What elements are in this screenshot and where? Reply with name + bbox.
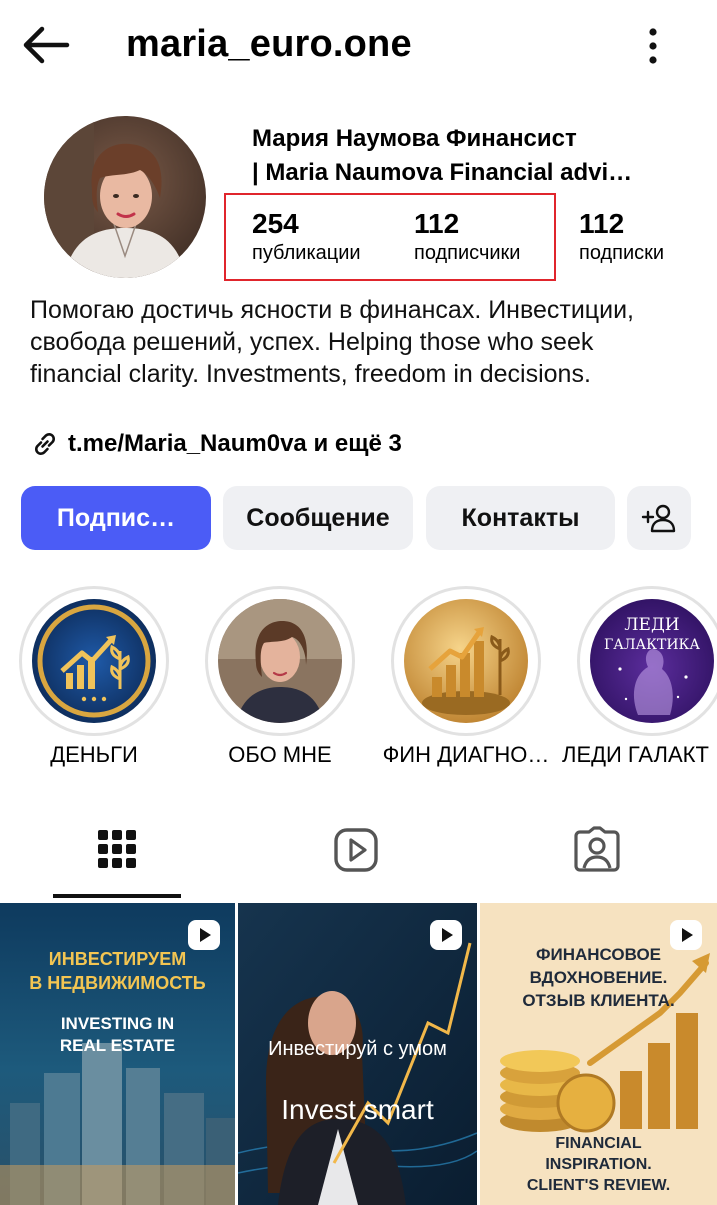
stat-following-label: подписки (579, 242, 665, 264)
post-tile-2-en-text: Invest smart (281, 1094, 434, 1125)
highlight-fin-diagnostics-label: ФИН ДИАГНО… (382, 742, 550, 767)
lady-galaxy-word-1: ЛЕДИ (624, 615, 680, 635)
highlight-about-me-cover (218, 599, 342, 723)
highlight-lady-galaxy[interactable]: ЛЕДИ ГАЛАКТИКА (577, 586, 717, 736)
post-1-en-line-2: REAL ESTATE (59, 1036, 176, 1055)
back-arrow-icon[interactable] (20, 24, 70, 66)
full-name-line-1: Мария Наумова Финансист (252, 125, 577, 152)
post-tile-1-ru-text: ИНВЕСТИРУЕМ В НЕДВИЖИМОСТЬ (0, 947, 235, 995)
profile-link[interactable]: t.me/Maria_Naum0va и ещё 3 (30, 426, 402, 462)
post-3-ru-line-3: ОТЗЫВ КЛИЕНТА. (522, 991, 675, 1010)
post-3-en-line-3: CLIENT'S REVIEW. (526, 1177, 671, 1194)
post-1-ru-line-2: В НЕДВИЖИМОСТЬ (29, 973, 206, 993)
grid-icon[interactable] (92, 824, 142, 876)
post-tile-3-ru-text: ФИНАНСОВОЕ ВДОХНОВЕНИЕ. ОТЗЫВ КЛИЕНТА. (480, 943, 717, 1012)
add-user-button[interactable] (627, 486, 691, 550)
more-vertical-icon[interactable] (636, 26, 670, 66)
contacts-button[interactable]: Контакты (426, 486, 615, 550)
post-tile-1-en-text: INVESTING IN REAL ESTATE (0, 1013, 235, 1057)
message-button[interactable]: Сообщение (223, 486, 413, 550)
stat-following[interactable]: 112 подписки (579, 208, 664, 266)
post-3-ru-line-2: ВДОХНОВЕНИЕ. (529, 968, 668, 987)
highlight-money-cover (32, 599, 156, 723)
reel-badge-icon (188, 920, 220, 950)
full-name-line-2: | Maria Naumova Financial advi… (252, 159, 633, 186)
post-tile-3[interactable]: ФИНАНСОВОЕ ВДОХНОВЕНИЕ. ОТЗЫВ КЛИЕНТА. F… (480, 903, 717, 1205)
profile-username: maria_euro.one (126, 23, 412, 65)
profile-avatar[interactable] (44, 116, 206, 278)
profile-link-text: t.me/Maria_Naum0va и ещё 3 (68, 430, 402, 457)
post-1-en-line-1: INVESTING IN (60, 1014, 175, 1033)
reels-icon[interactable] (331, 824, 381, 876)
highlight-money-label: ДЕНЬГИ (50, 742, 138, 767)
highlight-about-me-label: ОБО МНЕ (228, 742, 332, 767)
post-3-en-line-1: FINANCIAL (555, 1135, 642, 1152)
stat-following-count: 112 (579, 208, 625, 239)
tagged-icon[interactable] (572, 824, 622, 876)
profile-bio: Помогаю достичь ясности в финансах. Инве… (30, 296, 635, 388)
post-tile-2[interactable]: Инвестируй с умом Invest smart (238, 903, 477, 1205)
annotation-highlight-box (224, 193, 556, 281)
highlight-fin-diagnostics-cover (404, 599, 528, 723)
link-icon (35, 433, 55, 455)
profile-full-name: Мария Наумова Финансист | Maria Naumova … (252, 122, 702, 190)
highlight-lady-galaxy-label: ЛЕДИ ГАЛАКТ (562, 742, 709, 767)
post-tile-3-en-text: FINANCIAL INSPIRATION. CLIENT'S REVIEW. (480, 1133, 717, 1196)
follow-button[interactable]: Подпис… (21, 486, 211, 550)
post-tile-2-ru-text: Инвестируй с умом (268, 1038, 447, 1060)
reel-badge-icon (430, 920, 462, 950)
post-tile-1[interactable]: ИНВЕСТИРУЕМ В НЕДВИЖИМОСТЬ INVESTING IN … (0, 903, 235, 1205)
highlight-lady-galaxy-title: ЛЕДИ ГАЛАКТИКА (590, 615, 714, 655)
active-tab-underline (53, 894, 181, 898)
add-user-icon (641, 504, 676, 533)
highlight-fin-diagnostics[interactable] (391, 586, 541, 736)
lady-galaxy-word-2: ГАЛАКТИКА (604, 637, 700, 653)
reel-badge-icon (670, 920, 702, 950)
highlight-money[interactable] (19, 586, 169, 736)
post-3-en-line-2: INSPIRATION. (545, 1156, 652, 1173)
highlight-lady-galaxy-cover: ЛЕДИ ГАЛАКТИКА (590, 599, 714, 723)
highlight-about-me[interactable] (205, 586, 355, 736)
